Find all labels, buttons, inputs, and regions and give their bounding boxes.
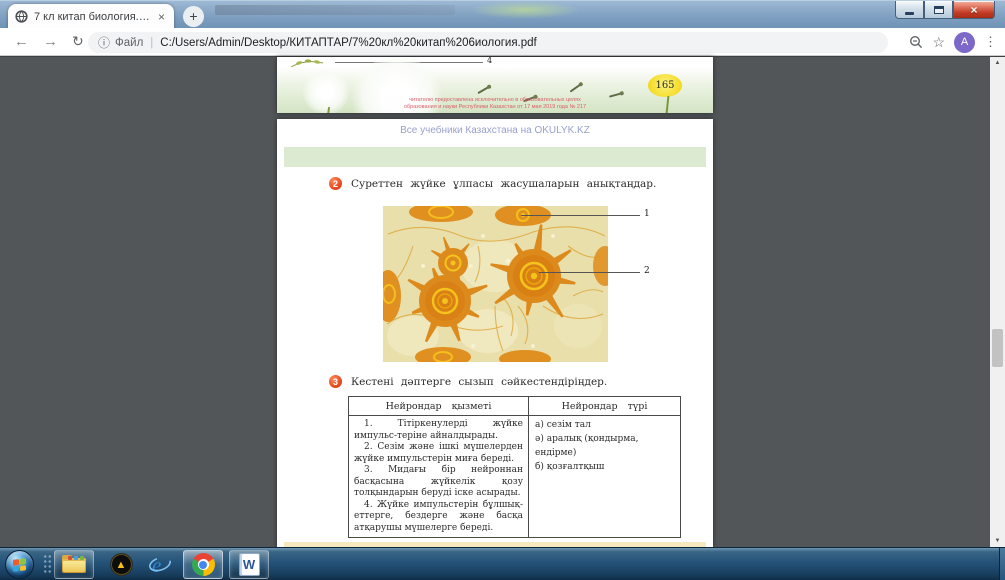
function-item: 3. Мидағы бір нейроннан басқасына жүйкел…	[354, 465, 523, 499]
tab-favicon	[15, 10, 28, 23]
scrollbar-thumb[interactable]	[992, 329, 1003, 367]
minimize-button[interactable]	[895, 1, 924, 19]
start-button[interactable]	[5, 550, 34, 579]
maximize-button[interactable]	[924, 1, 953, 19]
explorer-icon	[62, 555, 86, 573]
background-window-ghost	[215, 5, 455, 15]
table-cell-types: а) сезім тал ә) аралық (қондырма, ендірм…	[529, 416, 680, 537]
chrome-icon	[191, 553, 215, 576]
bookmark-star-icon[interactable]: ☆	[932, 34, 945, 51]
task-3-row: 3 Кестені дәптерге сызып сәйкестендіріңд…	[329, 375, 607, 388]
dandelion-seed	[569, 81, 584, 93]
window-controls: ×	[895, 1, 995, 19]
browser-tab[interactable]: 7 кл китап биология.pdf ×	[8, 4, 174, 29]
type-item: б) қозғалтқыш	[535, 461, 605, 472]
svg-text:e: e	[152, 553, 161, 577]
viewer-scrollbar[interactable]: ▲ ▼	[990, 57, 1005, 548]
figure-label-line-1	[521, 215, 640, 216]
info-icon[interactable]: ⓘ	[98, 34, 110, 51]
aimp-icon: ▲	[109, 553, 133, 576]
task-2-text: Суреттен жүйке ұлпасы жасушаларын анықта…	[351, 177, 657, 190]
scroll-up-icon[interactable]: ▲	[990, 57, 1005, 70]
pdf-page-current: Все учебники Казахстана на OKULYK.KZ 2 С…	[277, 119, 713, 548]
url-divider: |	[150, 36, 154, 49]
figure-label-line-2	[539, 272, 640, 273]
neuron-table: Нейрондар қызметі Нейрондар түрі 1. Тіті…	[348, 396, 681, 538]
taskbar: ▲ e W RU ▲	[0, 547, 1005, 580]
toolbar-right: ☆ A ⋮	[909, 28, 997, 56]
address-bar[interactable]: ⓘ Файл | C:/Users/Admin/Desktop/КИТАПТАР…	[88, 32, 888, 53]
desktop: 7 кл китап биология.pdf × + × ← → ↻ ⓘ Фа…	[0, 0, 1005, 580]
table-cell-functions: 1. Тітіркенулерді жүйке импульс-теріне а…	[349, 416, 529, 537]
internet-explorer-icon: e	[149, 553, 171, 577]
refresh-icon[interactable]: ↻	[72, 33, 84, 50]
url-scheme-label: Файл	[115, 36, 144, 49]
task-2-number-badge: 2	[329, 177, 342, 190]
pdf-viewer: 4 165 читателю предоставлена исключитель…	[0, 56, 1005, 548]
taskbar-explorer-button[interactable]	[54, 550, 94, 579]
profile-avatar[interactable]: A	[954, 31, 975, 53]
dandelion-footer-art: 165 читателю предоставлена исключительно…	[277, 57, 713, 113]
task-2-row: 2 Суреттен жүйке ұлпасы жасушаларын анық…	[329, 177, 656, 190]
close-icon: ×	[970, 2, 978, 17]
task-3-text: Кестені дәптерге сызып сәйкестендіріңдер…	[351, 375, 608, 388]
close-button[interactable]: ×	[953, 1, 995, 19]
function-item: 4. Жүйке импульстерін бұлшық-еттерге, бе…	[354, 499, 523, 533]
figure-label-2: 2	[644, 266, 650, 276]
back-icon[interactable]: ←	[14, 33, 29, 50]
figure-callout-label: 4	[487, 57, 493, 65]
taskbar-word-button[interactable]: W	[229, 550, 269, 579]
nerve-tissue-figure	[383, 206, 608, 362]
show-desktop-button[interactable]	[999, 548, 1005, 580]
table-header-row: Нейрондар қызметі Нейрондар түрі	[349, 397, 680, 416]
section-green-bar	[284, 147, 706, 167]
type-item: ә) аралық (қондырма, ендірме)	[535, 433, 639, 458]
type-item: а) сезім тал	[535, 420, 591, 430]
taskbar-chrome-button[interactable]	[183, 550, 223, 579]
zoom-icon[interactable]	[909, 35, 923, 49]
watermark-line: образования и науки Республики Казахстан…	[403, 104, 587, 110]
figure-label-1: 1	[644, 209, 650, 219]
table-header-type: Нейрондар түрі	[561, 400, 648, 412]
minimize-icon	[905, 11, 914, 15]
watermark-line: читателю предоставлена исключительно в о…	[409, 97, 581, 103]
taskbar-ie-button[interactable]: e	[142, 550, 178, 579]
function-item: 1. Тітіркенулерді жүйке импульс-теріне а…	[354, 419, 523, 441]
table-body-row: 1. Тітіркенулерді жүйке импульс-теріне а…	[349, 416, 680, 537]
taskbar-aimp-button[interactable]: ▲	[104, 550, 138, 579]
browser-toolbar: ← → ↻ ⓘ Файл | C:/Users/Admin/Desktop/КИ…	[0, 28, 1005, 56]
forward-icon[interactable]: →	[43, 33, 58, 50]
dandelion-seed	[477, 84, 492, 95]
window-titlebar: 7 кл китап биология.pdf × + ×	[0, 0, 1005, 29]
menu-dots-icon[interactable]: ⋮	[984, 34, 997, 50]
url-text: C:/Users/Admin/Desktop/КИТАПТАР/7%20кл%2…	[160, 36, 537, 49]
taskbar-divider-dots	[43, 554, 52, 575]
maximize-icon	[933, 5, 944, 14]
tab-title: 7 кл китап биология.pdf	[34, 10, 150, 23]
function-item: 2. Сезім және ішкі мүшелерден жүйке импу…	[354, 442, 523, 464]
windows-logo-icon	[13, 557, 26, 572]
background-window-glow	[470, 1, 580, 19]
table-header-function: Нейрондар қызметі	[349, 397, 529, 415]
tab-close-icon[interactable]: ×	[156, 10, 167, 24]
new-tab-button[interactable]: +	[183, 6, 204, 27]
site-header-text: Все учебники Казахстана на OKULYK.KZ	[400, 125, 590, 136]
page-number-flower: 165	[648, 74, 682, 97]
task-3-number-badge: 3	[329, 375, 342, 388]
pdf-page-previous: 4 165 читателю предоставлена исключитель…	[277, 57, 713, 113]
word-icon: W	[238, 553, 260, 576]
